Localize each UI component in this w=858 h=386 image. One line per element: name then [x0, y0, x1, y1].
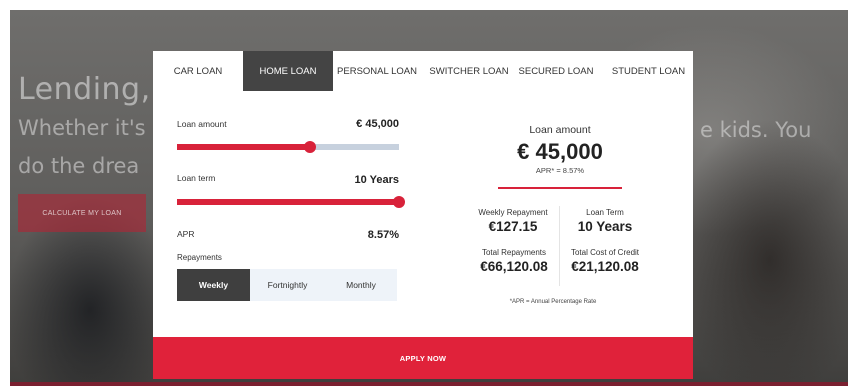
- tab-car-loan[interactable]: CAR LOAN: [153, 51, 243, 91]
- loan-term-summary-value: 10 Years: [577, 219, 633, 234]
- tab-home-loan[interactable]: HOME LOAN: [243, 51, 333, 91]
- total-repayments-label: Total Repayments: [481, 248, 547, 257]
- total-cost-of-credit-label: Total Cost of Credit: [570, 248, 640, 257]
- apr-value: 8.57%: [367, 229, 399, 241]
- tab-personal-loan[interactable]: PERSONAL LOAN: [336, 51, 418, 91]
- weekly-repayment-value: €127.15: [488, 219, 538, 234]
- loan-amount-slider[interactable]: [177, 141, 399, 153]
- summary-divider: [498, 187, 622, 189]
- apr-footnote: *APR = Annual Percentage Rate: [509, 299, 597, 305]
- hero-text-line-1: Whether it's: [18, 116, 146, 140]
- hero-text-line-2: do the drea: [18, 154, 140, 178]
- slider-handle[interactable]: [393, 196, 405, 208]
- total-repayments-value: €66,120.08: [480, 259, 548, 274]
- hero-title: Lending,: [18, 72, 151, 107]
- loan-calculator-modal: CAR LOAN HOME LOAN PERSONAL LOAN SWITCHE…: [153, 51, 693, 379]
- page: Lending, Whether it's do the drea e kids…: [0, 0, 858, 386]
- loan-term-value: 10 Years: [354, 174, 399, 186]
- calculate-loan-button[interactable]: CALCULATE MY LOAN: [18, 194, 146, 232]
- loan-term-label: Loan term: [177, 173, 216, 183]
- hero-bottom-bar: [10, 382, 848, 386]
- summary-apr: APR* = 8.57%: [535, 166, 585, 175]
- repayment-frequency-group: Weekly Fortnightly Monthly: [177, 269, 397, 301]
- apr-label: APR: [177, 229, 195, 239]
- repayment-weekly-button[interactable]: Weekly: [177, 269, 250, 301]
- slider-fill: [177, 144, 311, 150]
- repayments-label: Repayments: [177, 253, 222, 262]
- summary-loan-amount: € 45,000: [517, 139, 603, 164]
- tab-switcher-loan[interactable]: SWITCHER LOAN: [424, 51, 514, 91]
- loan-term-slider[interactable]: [177, 196, 405, 208]
- repayment-fortnightly-button[interactable]: Fortnightly: [250, 269, 325, 301]
- slider-handle[interactable]: [304, 141, 317, 153]
- loan-amount-label: Loan amount: [177, 119, 227, 129]
- loan-term-summary-label: Loan Term: [586, 208, 624, 217]
- apply-now-button[interactable]: APPLY NOW: [153, 337, 693, 379]
- slider-fill: [177, 199, 399, 205]
- summary-title: Loan amount: [529, 124, 591, 136]
- hero-text-line-1-end: e kids. You: [700, 118, 812, 142]
- tab-secured-loan[interactable]: SECURED LOAN: [516, 51, 596, 91]
- weekly-repayment-label: Weekly Repayment: [478, 208, 548, 217]
- loan-amount-value: € 45,000: [356, 118, 399, 130]
- summary-vertical-separator: [559, 206, 560, 286]
- loan-type-tabs: CAR LOAN HOME LOAN PERSONAL LOAN SWITCHE…: [153, 51, 693, 91]
- repayment-monthly-button[interactable]: Monthly: [325, 269, 397, 301]
- tab-student-loan[interactable]: STUDENT LOAN: [604, 51, 693, 91]
- total-cost-of-credit-value: €21,120.08: [571, 259, 639, 274]
